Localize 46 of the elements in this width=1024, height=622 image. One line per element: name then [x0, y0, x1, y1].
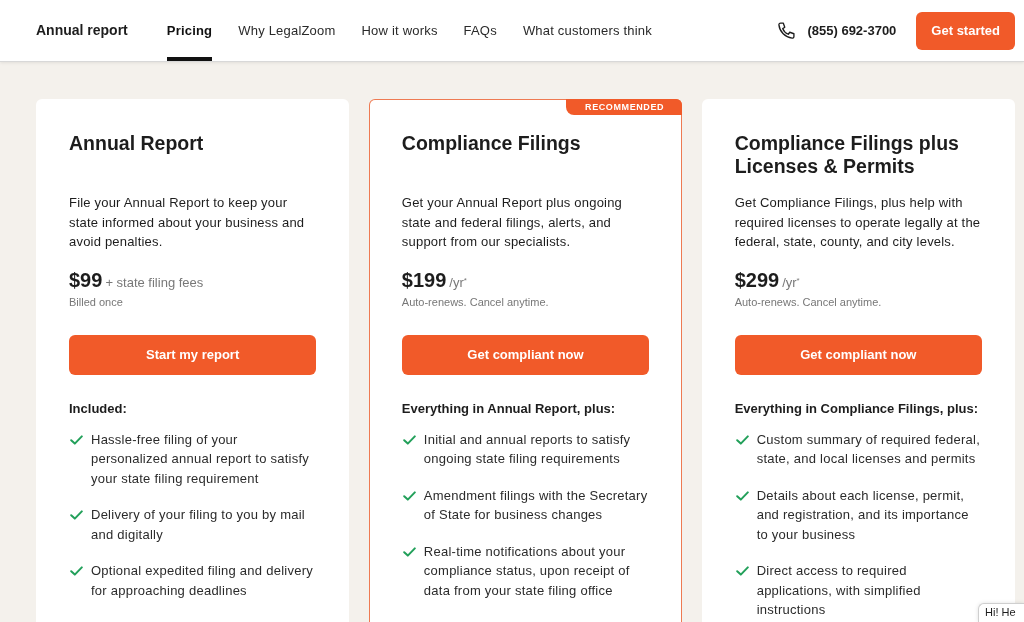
nav-link[interactable]: What customers think — [522, 0, 652, 61]
features-heading: Included: — [69, 399, 128, 418]
feature-text: Amendment filings with the Secretary of State for business changes — [423, 486, 649, 524]
feature-text: Hassle-free filing of your personalized annual report to satisfy your state filing requirement — [91, 430, 311, 488]
check-icon — [402, 434, 416, 445]
recommended-tag: RECOMMENDED — [566, 99, 683, 115]
check-icon — [402, 546, 416, 557]
billing-note: Auto-renews. Cancel anytime. — [734, 294, 883, 309]
check-icon — [735, 490, 749, 501]
price: $99 — [69, 268, 103, 291]
price: $199 — [401, 268, 447, 291]
plan-title: Compliance Filings — [401, 132, 582, 156]
features-heading: Everything in Annual Report, plus: — [401, 399, 617, 418]
chat-widget[interactable]: Hi! He — [978, 603, 1024, 622]
nav-link[interactable]: Why LegalZoom — [238, 0, 336, 61]
plan-description: Get Compliance Filings, plus help with required licenses to operate legally at the federal, state, county, and city levels. — [734, 194, 982, 251]
check-icon — [70, 510, 83, 520]
phone-number: (855) 692-3700 — [807, 21, 897, 40]
price-note: + state filing fees — [105, 274, 204, 290]
features-heading: Everything in Compliance Filings, plus: — [734, 399, 980, 418]
plan-title: Annual Report — [69, 132, 205, 156]
nav-link[interactable]: How it works — [361, 0, 438, 61]
plan-description: File your Annual Report to keep your state informed about your business and avoid penalties. — [69, 194, 306, 251]
feature-text: Optional expedited filing and delivery for approaching deadlines — [91, 562, 314, 600]
price: $299 — [734, 268, 780, 291]
billing-note: Auto-renews. Cancel anytime. — [401, 294, 550, 309]
feature-text: Direct access to required applications, with simplified instructions — [756, 562, 922, 619]
check-icon — [735, 566, 749, 576]
price-note: /yr$^{*}$ — [449, 274, 467, 290]
nav-link[interactable]: Pricing — [166, 0, 213, 61]
plan-title: Compliance Filings plus Licenses & Permits — [734, 132, 960, 178]
feature-text: Real-time notifications about your compliance status, upon receipt of data from your state filing office — [423, 542, 631, 600]
phone-icon — [776, 20, 797, 41]
check-icon — [70, 566, 83, 576]
plan-description: Get your Annual Report plus ongoing state and federal filings, alerts, and support from our specialists. — [401, 194, 624, 251]
billing-note: Billed once — [69, 294, 124, 309]
feature-text: Details about each license, permit, and registration, and its importance to your business — [756, 486, 970, 544]
check-icon — [70, 434, 83, 445]
site-title: Annual report — [36, 21, 128, 40]
check-icon — [402, 490, 416, 501]
check-icon — [735, 434, 749, 445]
nav-link[interactable]: FAQs — [463, 0, 497, 61]
feature-text: Delivery of your filing to you by mail and digitally — [91, 506, 306, 544]
feature-text: Custom summary of required federal, state, and local licenses and permits — [756, 430, 981, 468]
feature-text: Initial and annual reports to satisfy ongoing state filing requirements — [423, 430, 632, 468]
price-note: /yr$^{*}$ — [782, 274, 800, 290]
